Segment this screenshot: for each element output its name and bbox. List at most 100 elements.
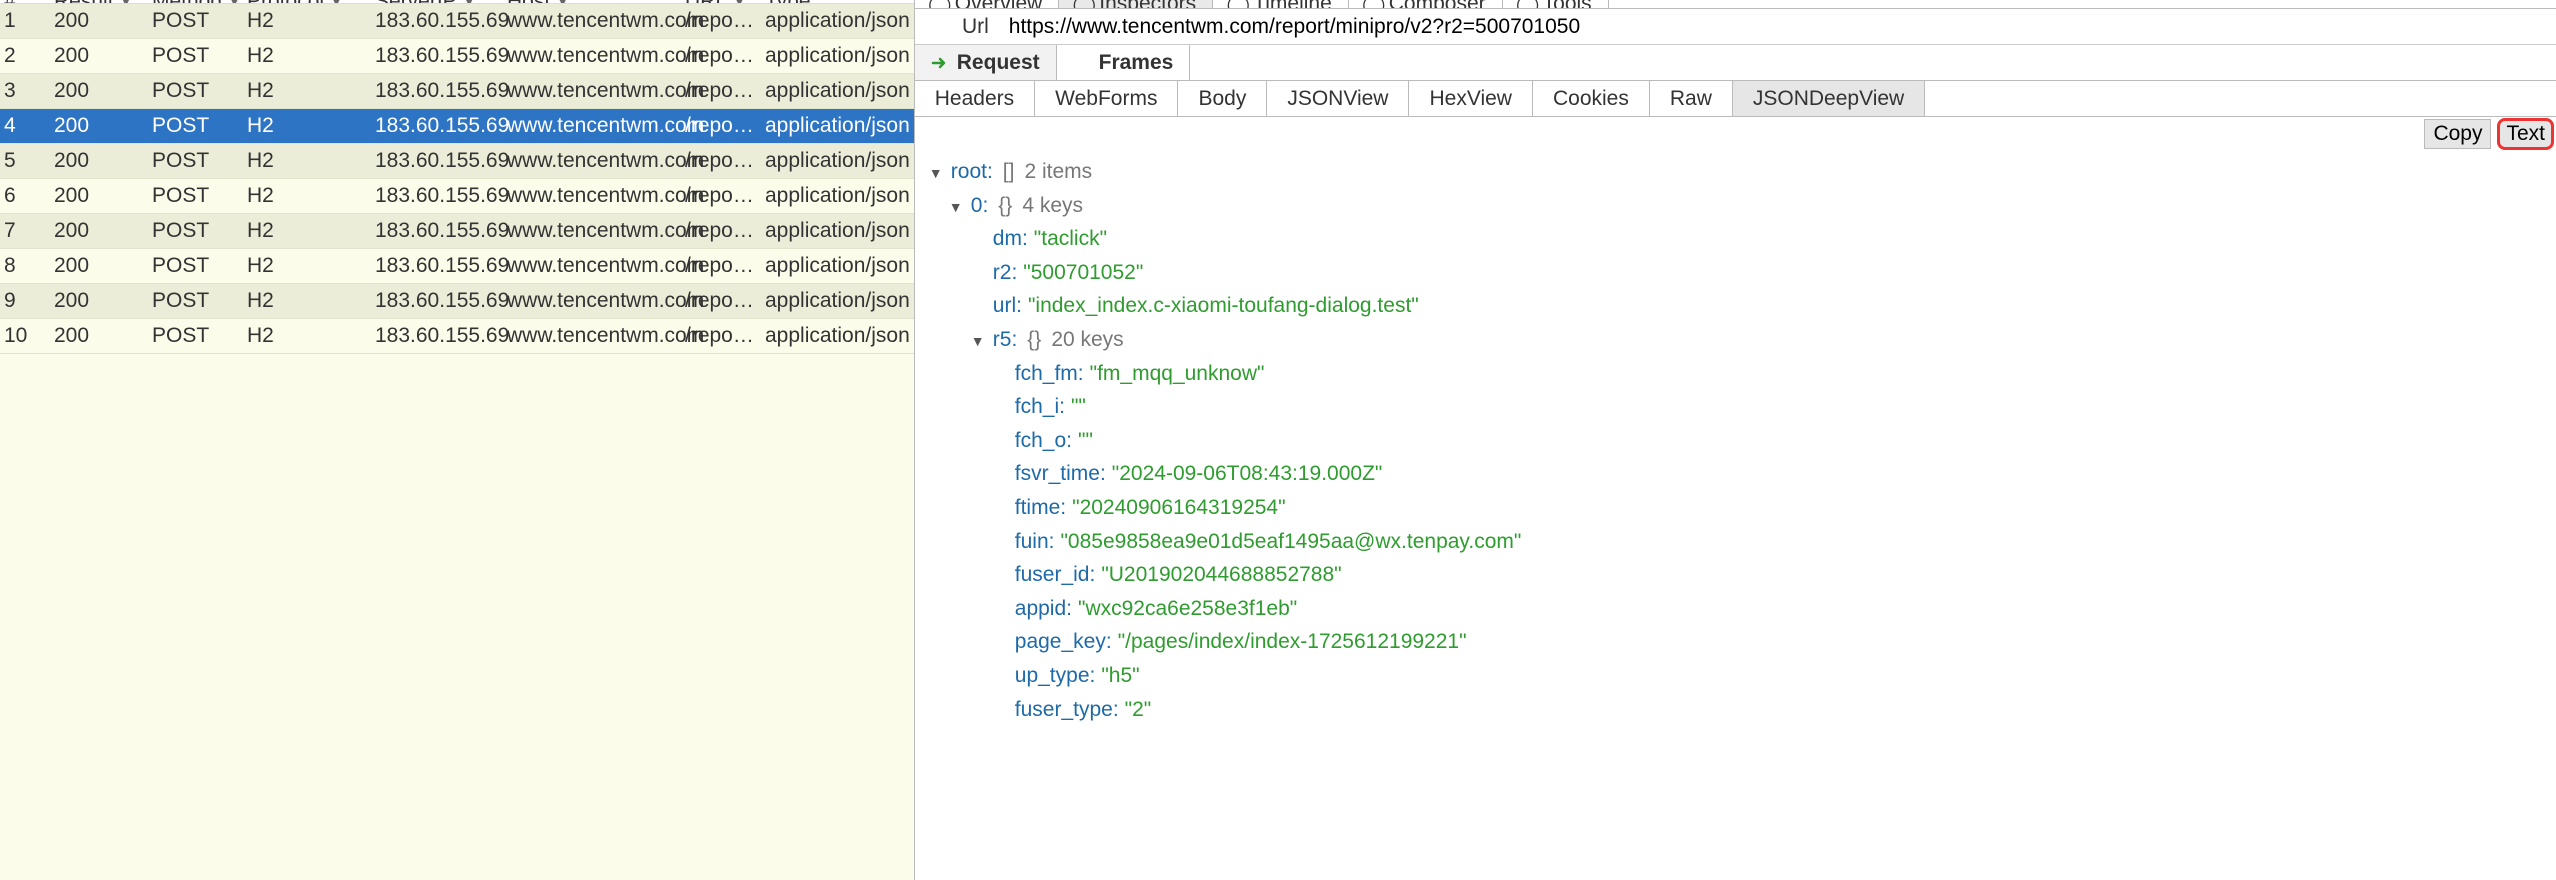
view-tab-jsonview[interactable]: JSONView xyxy=(1267,81,1409,116)
tab-request[interactable]: Request xyxy=(915,45,1057,80)
json-key: appid: xyxy=(1015,592,1072,626)
cell-host: www.tencentwm.com xyxy=(503,184,681,208)
cell-method: POST xyxy=(148,289,243,313)
json-key: fsvr_time: xyxy=(1015,457,1106,491)
cell-serverip: 183.60.155.69 xyxy=(371,44,503,68)
cell-idx: 7 xyxy=(0,219,50,243)
cell-url: /report/... xyxy=(681,254,761,278)
req-tab-label: Frames xyxy=(1099,51,1174,75)
cell-idx: 8 xyxy=(0,254,50,278)
view-tab-raw[interactable]: Raw xyxy=(1650,81,1733,116)
cell-type: application/json xyxy=(761,149,914,173)
cell-host: www.tencentwm.com xyxy=(503,9,681,33)
json-node[interactable]: ▼root:[]2 items xyxy=(923,155,2556,189)
session-row[interactable]: 5200POSTH2183.60.155.69www.tencentwm.com… xyxy=(0,144,914,179)
cell-idx: 6 xyxy=(0,184,50,208)
url-input[interactable] xyxy=(1001,9,2556,44)
view-tab-cookies[interactable]: Cookies xyxy=(1533,81,1650,116)
cell-serverip: 183.60.155.69 xyxy=(371,149,503,173)
cell-host: www.tencentwm.com xyxy=(503,324,681,348)
expand-toggle-icon[interactable]: ▼ xyxy=(929,162,945,184)
json-value: "h5" xyxy=(1101,659,1139,693)
frames-icon xyxy=(1073,54,1091,72)
json-value: "500701052" xyxy=(1023,256,1143,290)
session-row[interactable]: 6200POSTH2183.60.155.69www.tencentwm.com… xyxy=(0,179,914,214)
expand-toggle-icon[interactable]: ▼ xyxy=(949,196,965,218)
cell-serverip: 183.60.155.69 xyxy=(371,9,503,33)
json-node[interactable]: ▼fch_i:"" xyxy=(923,390,2556,424)
json-value: "index_index.c-xiaomi-toufang-dialog.tes… xyxy=(1028,289,1419,323)
session-row[interactable]: 9200POSTH2183.60.155.69www.tencentwm.com… xyxy=(0,284,914,319)
top-tab-label: Composer xyxy=(1389,0,1486,9)
json-value: "" xyxy=(1078,424,1093,458)
top-tab-overview[interactable]: ◯Overview xyxy=(915,0,1060,9)
json-node[interactable]: ▼dm:"taclick" xyxy=(923,222,2556,256)
json-node[interactable]: ▼up_type:"h5" xyxy=(923,659,2556,693)
cell-serverip: 183.60.155.69 xyxy=(371,219,503,243)
view-tab-body[interactable]: Body xyxy=(1178,81,1267,116)
cell-url: /report/... xyxy=(681,184,761,208)
cell-protocol: H2 xyxy=(243,44,371,68)
json-value: "2024-09-06T08:43:19.000Z" xyxy=(1112,457,1383,491)
json-node[interactable]: ▼ftime:"20240906164319254" xyxy=(923,491,2556,525)
json-node[interactable]: ▼url:"index_index.c-xiaomi-toufang-dialo… xyxy=(923,289,2556,323)
json-node[interactable]: ▼fsvr_time:"2024-09-06T08:43:19.000Z" xyxy=(923,457,2556,491)
cell-protocol: H2 xyxy=(243,114,371,138)
json-node[interactable]: ▼appid:"wxc92ca6e258e3f1eb" xyxy=(923,592,2556,626)
overview-icon: ◯ xyxy=(931,0,949,9)
cell-result: 200 xyxy=(50,9,148,33)
top-tab-timeline[interactable]: ◯Timeline xyxy=(1213,0,1349,9)
session-row[interactable]: 7200POSTH2183.60.155.69www.tencentwm.com… xyxy=(0,214,914,249)
json-node[interactable]: ▼0:{}4 keys xyxy=(923,189,2556,223)
json-node[interactable]: ▼fch_o:"" xyxy=(923,424,2556,458)
json-key: up_type: xyxy=(1015,659,1096,693)
json-node[interactable]: ▼page_key:"/pages/index/index-1725612199… xyxy=(923,625,2556,659)
text-button[interactable]: Text xyxy=(2497,118,2554,150)
cell-protocol: H2 xyxy=(243,254,371,278)
json-node[interactable]: ▼fuser_id:"U201902044688852788" xyxy=(923,558,2556,592)
view-tab-headers[interactable]: Headers xyxy=(915,81,1035,116)
cell-idx: 5 xyxy=(0,149,50,173)
session-row[interactable]: 1200POSTH2183.60.155.69www.tencentwm.com… xyxy=(0,4,914,39)
view-tab-webforms[interactable]: WebForms xyxy=(1035,81,1178,116)
cell-method: POST xyxy=(148,79,243,103)
json-key: url: xyxy=(993,289,1022,323)
cell-type: application/json xyxy=(761,324,914,348)
cell-method: POST xyxy=(148,114,243,138)
session-row[interactable]: 8200POSTH2183.60.155.69www.tencentwm.com… xyxy=(0,249,914,284)
sessions-rows: 1200POSTH2183.60.155.69www.tencentwm.com… xyxy=(0,4,914,354)
session-row[interactable]: 3200POSTH2183.60.155.69www.tencentwm.com… xyxy=(0,74,914,109)
session-row[interactable]: 10200POSTH2183.60.155.69www.tencentwm.co… xyxy=(0,319,914,354)
cell-method: POST xyxy=(148,219,243,243)
json-node[interactable]: ▼r2:"500701052" xyxy=(923,256,2556,290)
tab-frames[interactable]: Frames xyxy=(1057,45,1191,80)
cell-result: 200 xyxy=(50,254,148,278)
tools-icon: ◯ xyxy=(1519,0,1537,9)
top-tab-inspectors[interactable]: ◯Inspectors xyxy=(1059,0,1213,9)
cell-idx: 3 xyxy=(0,79,50,103)
cell-type: application/json xyxy=(761,254,914,278)
copy-button[interactable]: Copy xyxy=(2424,119,2491,149)
json-brackets: {} xyxy=(998,189,1012,223)
top-tab-composer[interactable]: ◯ Composer xyxy=(1349,0,1503,9)
json-tree[interactable]: ▼root:[]2 items▼0:{}4 keys▼dm:"taclick"▼… xyxy=(915,151,2556,880)
view-tab-jsondeepview[interactable]: JSONDeepView xyxy=(1733,81,1925,116)
cell-protocol: H2 xyxy=(243,184,371,208)
json-value: "20240906164319254" xyxy=(1072,491,1285,525)
view-tab-hexview[interactable]: HexView xyxy=(1409,81,1532,116)
json-key: fch_fm: xyxy=(1015,357,1084,391)
cell-host: www.tencentwm.com xyxy=(503,114,681,138)
json-node[interactable]: ▼fuser_type:"2" xyxy=(923,693,2556,727)
json-key: fuser_id: xyxy=(1015,558,1096,592)
top-tab-label: Inspectors xyxy=(1099,0,1196,9)
top-tab-tools[interactable]: ◯Tools xyxy=(1503,0,1609,9)
cell-type: application/json xyxy=(761,79,914,103)
json-node[interactable]: ▼r5:{}20 keys xyxy=(923,323,2556,357)
json-node[interactable]: ▼fuin:"085e9858ea9e01d5eaf1495aa@wx.tenp… xyxy=(923,525,2556,559)
url-bar: Url xyxy=(915,9,2556,45)
composer-icon: ◯ xyxy=(1365,0,1383,9)
session-row[interactable]: 4200POSTH2183.60.155.69www.tencentwm.com… xyxy=(0,109,914,144)
json-node[interactable]: ▼fch_fm:"fm_mqq_unknow" xyxy=(923,357,2556,391)
expand-toggle-icon[interactable]: ▼ xyxy=(971,330,987,352)
session-row[interactable]: 2200POSTH2183.60.155.69www.tencentwm.com… xyxy=(0,39,914,74)
